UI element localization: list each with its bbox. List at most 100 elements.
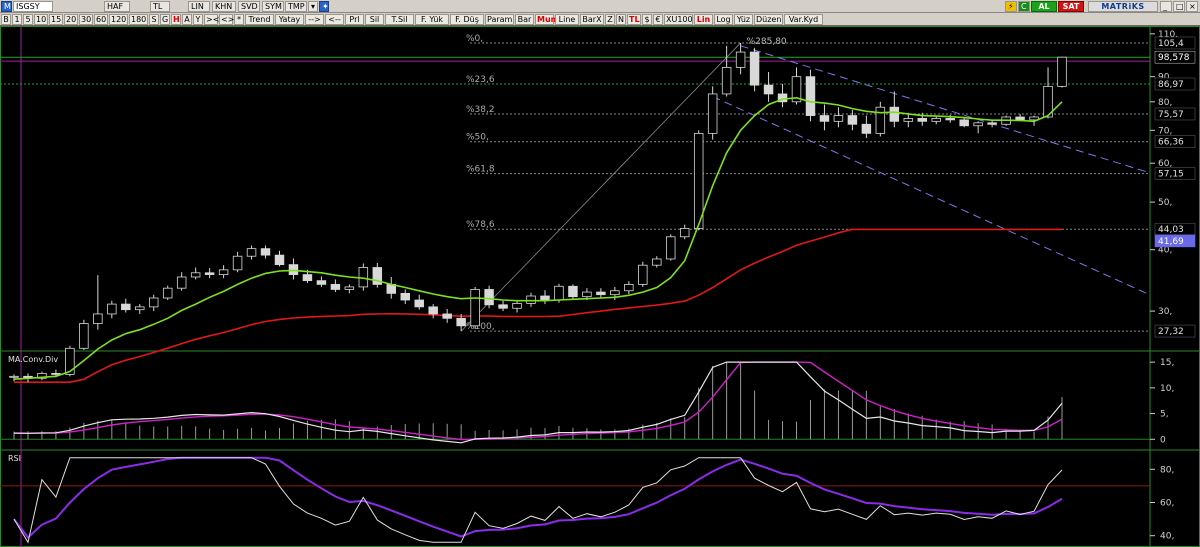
toolbar-btn-32[interactable]: Z bbox=[605, 14, 615, 25]
toolbar-btn-13[interactable]: A bbox=[182, 14, 192, 25]
dropdown-arrow-icon[interactable]: ▾ bbox=[308, 1, 318, 12]
price-tag-2: 86,97 bbox=[1158, 80, 1184, 90]
khn-button[interactable]: KHN bbox=[212, 1, 236, 12]
period-button[interactable]: HAF bbox=[104, 1, 130, 12]
toolbar-btn-20[interactable]: --> bbox=[305, 14, 324, 25]
toolbar-btn-12[interactable]: H bbox=[171, 14, 181, 25]
svd-button[interactable]: SVD bbox=[238, 1, 260, 12]
toolbar-btn-41[interactable]: Düzen bbox=[754, 14, 783, 25]
chart-area[interactable]: 110,90,80,70,60,50,40,30,105,498,57886,9… bbox=[0, 26, 1200, 547]
candle-body-19 bbox=[274, 254, 285, 266]
toolbar-btn-17[interactable]: * bbox=[234, 14, 244, 25]
fib-label-5: %78,6 bbox=[466, 220, 495, 230]
toolbar-btn-36[interactable]: € bbox=[653, 14, 663, 25]
toolbar-btn-35[interactable]: $ bbox=[642, 14, 652, 25]
candle-body-38 bbox=[540, 295, 550, 301]
top-toolbar: M ISGSY HAF TL LIN KHN SVD SYM TMP ▾ ✦ ⚡… bbox=[0, 0, 1200, 13]
toolbar-btn-26[interactable]: F. Düş bbox=[450, 14, 484, 25]
candle-body-39 bbox=[554, 285, 564, 301]
candle-body-11 bbox=[162, 287, 173, 299]
toolbar-btn-24[interactable]: T.Sil bbox=[385, 14, 414, 25]
minimize-icon[interactable]: _ bbox=[1160, 1, 1172, 12]
toolbar-btn-0[interactable]: B bbox=[1, 14, 11, 25]
currency-button[interactable]: TL bbox=[150, 1, 170, 12]
toolbar-btn-25[interactable]: F. Yük bbox=[415, 14, 449, 25]
toolbar-btn-39[interactable]: Log bbox=[714, 14, 733, 25]
fib-label-0: %0, bbox=[466, 34, 483, 44]
price-tag-7: 41,69 bbox=[1158, 237, 1184, 247]
toolbar-btn-42[interactable]: Var.Kyd bbox=[784, 14, 823, 25]
brand-logo: MATRiKS bbox=[1088, 1, 1158, 12]
toolbar-btn-33[interactable]: N bbox=[616, 14, 626, 25]
candle-body-24 bbox=[344, 286, 355, 290]
toolbar-btn-4[interactable]: 15 bbox=[49, 14, 63, 25]
toolbar-btn-8[interactable]: 120 bbox=[109, 14, 128, 25]
symbol-field[interactable]: ISGSY bbox=[13, 1, 53, 12]
toolbar-btn-10[interactable]: S bbox=[149, 14, 159, 25]
buy-button[interactable]: AL bbox=[1031, 1, 1057, 12]
toolbar-btn-18[interactable]: Trend bbox=[245, 14, 274, 25]
tmp-button[interactable]: TMP bbox=[285, 1, 307, 12]
sym-button[interactable]: SYM bbox=[262, 1, 284, 12]
price-tag-4: 66,36 bbox=[1158, 138, 1184, 148]
price-tag-0: 105,4 bbox=[1158, 39, 1184, 49]
price-tag-1: 98,578 bbox=[1158, 53, 1190, 63]
chart-toolbar: B 1 5 10 15 20 30 60 120 180 S G H A Y >< <> * Trend Yatay -… bbox=[0, 13, 1200, 26]
lightning-icon[interactable]: ⚡ bbox=[1005, 1, 1017, 12]
main-tick-label-7: 30, bbox=[1158, 307, 1172, 317]
close-icon[interactable]: × bbox=[1186, 1, 1198, 12]
c-button[interactable]: C bbox=[1018, 1, 1030, 12]
candle-body-20 bbox=[288, 264, 299, 275]
sell-button[interactable]: SAT bbox=[1058, 1, 1084, 12]
candle-body-48 bbox=[679, 228, 690, 238]
candle-body-58 bbox=[819, 115, 830, 122]
macd-tick-label-0: 15, bbox=[1160, 358, 1174, 368]
toolbar-btn-38[interactable]: Lin bbox=[694, 14, 713, 25]
toolbar-btn-16[interactable]: <> bbox=[219, 14, 234, 25]
toolbar-btn-29[interactable]: Mum bbox=[535, 14, 559, 25]
toolbar-btn-28[interactable]: Bar bbox=[515, 14, 534, 25]
lin-button[interactable]: LIN bbox=[188, 1, 210, 12]
candle-body-0 bbox=[9, 375, 19, 378]
candle-body-54 bbox=[763, 84, 774, 95]
menu-icon[interactable]: M bbox=[1, 1, 12, 12]
toolbar-btn-31[interactable]: BarX bbox=[580, 14, 604, 25]
fib-label-4: %61,8 bbox=[466, 165, 495, 175]
toolbar-btn-22[interactable]: Prl bbox=[345, 14, 364, 25]
toolbar-btn-1[interactable]: 1 bbox=[12, 14, 22, 25]
toolbar-btn-11[interactable]: G bbox=[160, 14, 170, 25]
toolbar-btn-34[interactable]: TL bbox=[627, 14, 641, 25]
candle-body-50 bbox=[707, 93, 718, 134]
candle-body-34 bbox=[484, 289, 494, 306]
twitter-icon[interactable]: ✦ bbox=[319, 1, 329, 12]
toolbar-btn-15[interactable]: >< bbox=[204, 14, 219, 25]
toolbar-btn-37[interactable]: XU100 bbox=[664, 14, 693, 25]
toolbar-btn-27[interactable]: Param bbox=[485, 14, 514, 25]
toolbar-btn-23[interactable]: Sil bbox=[365, 14, 384, 25]
candle-body-12 bbox=[176, 276, 187, 289]
candle-body-33 bbox=[470, 289, 480, 327]
toolbar-btn-21[interactable]: <-- bbox=[325, 14, 344, 25]
candle-body-13 bbox=[190, 272, 201, 278]
toolbar-btn-14[interactable]: Y bbox=[193, 14, 203, 25]
toolbar-btn-2[interactable]: 5 bbox=[23, 14, 33, 25]
toolbar-btn-30[interactable]: Line bbox=[555, 14, 579, 25]
toolbar-btn-3[interactable]: 10 bbox=[34, 14, 48, 25]
candle-body-63 bbox=[889, 106, 900, 122]
candle-body-60 bbox=[847, 115, 858, 125]
toolbar-btn-6[interactable]: 30 bbox=[79, 14, 93, 25]
price-tag-6: 44,03 bbox=[1158, 225, 1184, 235]
toolbar-btn-40[interactable]: Yüz bbox=[734, 14, 753, 25]
toolbar-btn-19[interactable]: Yatay bbox=[275, 14, 304, 25]
toolbar-btn-5[interactable]: 20 bbox=[64, 14, 78, 25]
channel-lower bbox=[712, 96, 1149, 295]
candle-body-67 bbox=[945, 118, 955, 121]
rsi-tick-label-2: 40, bbox=[1160, 532, 1174, 542]
candle-body-61 bbox=[861, 123, 872, 134]
candle-body-75 bbox=[1057, 56, 1067, 87]
toolbar-btn-7[interactable]: 60 bbox=[94, 14, 108, 25]
toolbar-btn-9[interactable]: 180 bbox=[129, 14, 148, 25]
maximize-icon[interactable]: □ bbox=[1173, 1, 1185, 12]
candle-body-29 bbox=[414, 299, 424, 308]
rsi-panel-title: RSI bbox=[8, 454, 21, 463]
